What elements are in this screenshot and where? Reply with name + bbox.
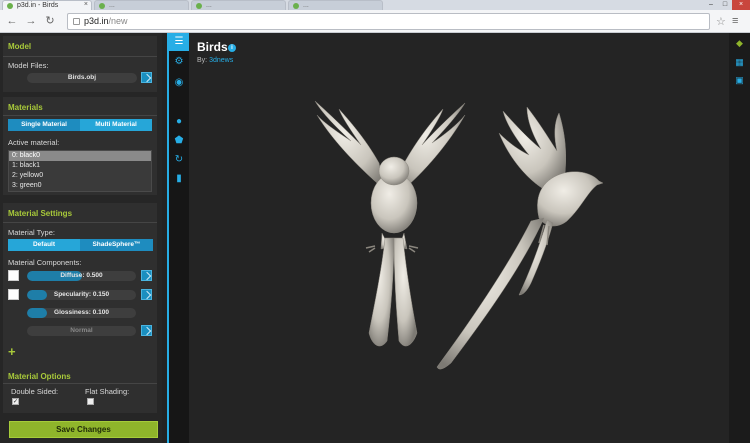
- favicon-icon: [293, 3, 299, 9]
- material-list[interactable]: 0: black0 1: black1 2: yellow0 3: green0: [8, 150, 152, 192]
- model-file-name[interactable]: Birds.obj: [27, 73, 137, 83]
- browser-tab[interactable]: ...: [94, 0, 189, 10]
- section-title: Model: [8, 42, 32, 51]
- double-sided-label: Double Sided:: [11, 387, 59, 396]
- browser-tab-strip: p3d.in - Birds × ... ... ... – □ ×: [0, 0, 750, 10]
- page-icon: [73, 18, 80, 25]
- material-type-label: Material Type:: [8, 228, 55, 237]
- model-section: Model Model Files: Birds.obj: [3, 36, 157, 92]
- multi-material-tab[interactable]: Multi Material: [80, 119, 152, 131]
- add-component-icon[interactable]: +: [8, 344, 16, 359]
- section-title: Material Settings: [8, 209, 73, 218]
- close-tab-icon[interactable]: ×: [84, 1, 88, 8]
- maximize-icon[interactable]: □: [718, 0, 732, 10]
- browser-tab[interactable]: ...: [191, 0, 286, 10]
- list-item[interactable]: 3: green0: [9, 181, 151, 191]
- window-controls: – □ ×: [704, 0, 750, 10]
- back-icon[interactable]: ←: [5, 14, 19, 28]
- url-host: p3d.in: [84, 16, 109, 26]
- tab-label: ...: [109, 2, 115, 9]
- url-path: /new: [108, 16, 128, 26]
- section-title: Materials: [8, 103, 43, 112]
- tab-label: ...: [206, 2, 212, 9]
- double-sided-checkbox[interactable]: ✓: [12, 398, 19, 405]
- divider: [3, 115, 157, 116]
- browser-toolbar: ← → ↻ p3d.in/new ☆ ≡: [0, 10, 750, 33]
- eye-icon[interactable]: ◉: [172, 76, 186, 90]
- settings-sliders-icon[interactable]: ☰: [169, 33, 189, 51]
- browser-tab[interactable]: ...: [288, 0, 383, 10]
- favicon-icon: [196, 3, 202, 9]
- material-settings-section: Material Settings Material Type: Default…: [3, 203, 157, 393]
- material-components-label: Material Components:: [8, 258, 82, 267]
- favicon-icon: [7, 3, 13, 9]
- specularity-slider[interactable]: Specularity: 0.150: [27, 290, 136, 300]
- minimize-icon[interactable]: –: [704, 0, 718, 10]
- leaf-icon[interactable]: ◆: [734, 38, 745, 49]
- slider-label: Glossiness: 0.100: [54, 309, 109, 316]
- gear-icon[interactable]: ⚙: [172, 55, 186, 69]
- diffuse-map-button[interactable]: [141, 270, 152, 281]
- materials-section: Materials Single Material Multi Material…: [3, 97, 157, 195]
- cylinder-icon[interactable]: ▮: [172, 172, 186, 186]
- glossiness-slider[interactable]: Glossiness: 0.100: [27, 308, 136, 318]
- tray-icon[interactable]: ▣: [734, 75, 745, 86]
- grid-icon[interactable]: ▦: [734, 57, 745, 68]
- browser-tab-active[interactable]: p3d.in - Birds ×: [2, 0, 92, 10]
- normal-map-field[interactable]: Normal: [27, 326, 136, 336]
- globe-icon[interactable]: ●: [172, 115, 186, 129]
- settings-panel: Model Model Files: Birds.obj Materials S…: [0, 33, 162, 443]
- normal-map-button[interactable]: [141, 325, 152, 336]
- specular-map-button[interactable]: [141, 289, 152, 300]
- model-viewport[interactable]: Birds i By: 3dnews: [189, 33, 729, 443]
- material-options-section: Material Options Double Sided: ✓ Flat Sh…: [3, 368, 157, 413]
- tab-label: p3d.in - Birds: [17, 2, 59, 9]
- reload-icon[interactable]: ↻: [43, 14, 57, 28]
- favicon-icon: [99, 3, 105, 9]
- model-files-label: Model Files:: [8, 61, 49, 70]
- flat-shading-label: Flat Shading:: [85, 387, 130, 396]
- specular-color-swatch[interactable]: [8, 289, 19, 300]
- rotate-icon[interactable]: ↻: [172, 153, 186, 167]
- divider: [3, 56, 157, 57]
- browse-files-button[interactable]: [141, 72, 152, 83]
- active-material-label: Active material:: [8, 138, 60, 147]
- diffuse-slider[interactable]: Diffuse: 0.500: [27, 271, 136, 281]
- save-changes-button[interactable]: Save Changes: [9, 421, 158, 438]
- forward-icon[interactable]: →: [24, 14, 38, 28]
- tool-icon-bar: ☰ ⚙ ◉ ● ⬟ ↻ ▮: [167, 33, 189, 443]
- list-item[interactable]: 1: black1: [9, 161, 151, 171]
- right-sidebar: ◆ ▦ ▣: [729, 33, 750, 443]
- single-material-tab[interactable]: Single Material: [8, 119, 80, 131]
- divider: [3, 222, 157, 223]
- bookmark-star-icon[interactable]: ☆: [716, 15, 726, 28]
- address-bar[interactable]: p3d.in/new: [67, 13, 710, 30]
- list-item[interactable]: 2: yellow0: [9, 171, 151, 181]
- close-window-icon[interactable]: ×: [732, 0, 750, 10]
- browser-menu-icon[interactable]: ≡: [732, 15, 738, 27]
- pentagon-icon[interactable]: ⬟: [172, 134, 186, 148]
- flat-shading-checkbox[interactable]: [87, 398, 94, 405]
- shadesphere-type-tab[interactable]: ShadeSphere™: [80, 239, 153, 251]
- birds-model-render: [314, 100, 604, 370]
- slider-label: Diffuse: 0.500: [60, 272, 103, 279]
- list-item[interactable]: 0: black0: [9, 151, 151, 161]
- section-title: Material Options: [8, 372, 71, 381]
- diffuse-color-swatch[interactable]: [8, 270, 19, 281]
- app: Model Model Files: Birds.obj Materials S…: [0, 33, 750, 443]
- slider-label: Specularity: 0.150: [53, 291, 110, 298]
- default-type-tab[interactable]: Default: [8, 239, 80, 251]
- tab-label: ...: [303, 2, 309, 9]
- divider: [3, 383, 157, 384]
